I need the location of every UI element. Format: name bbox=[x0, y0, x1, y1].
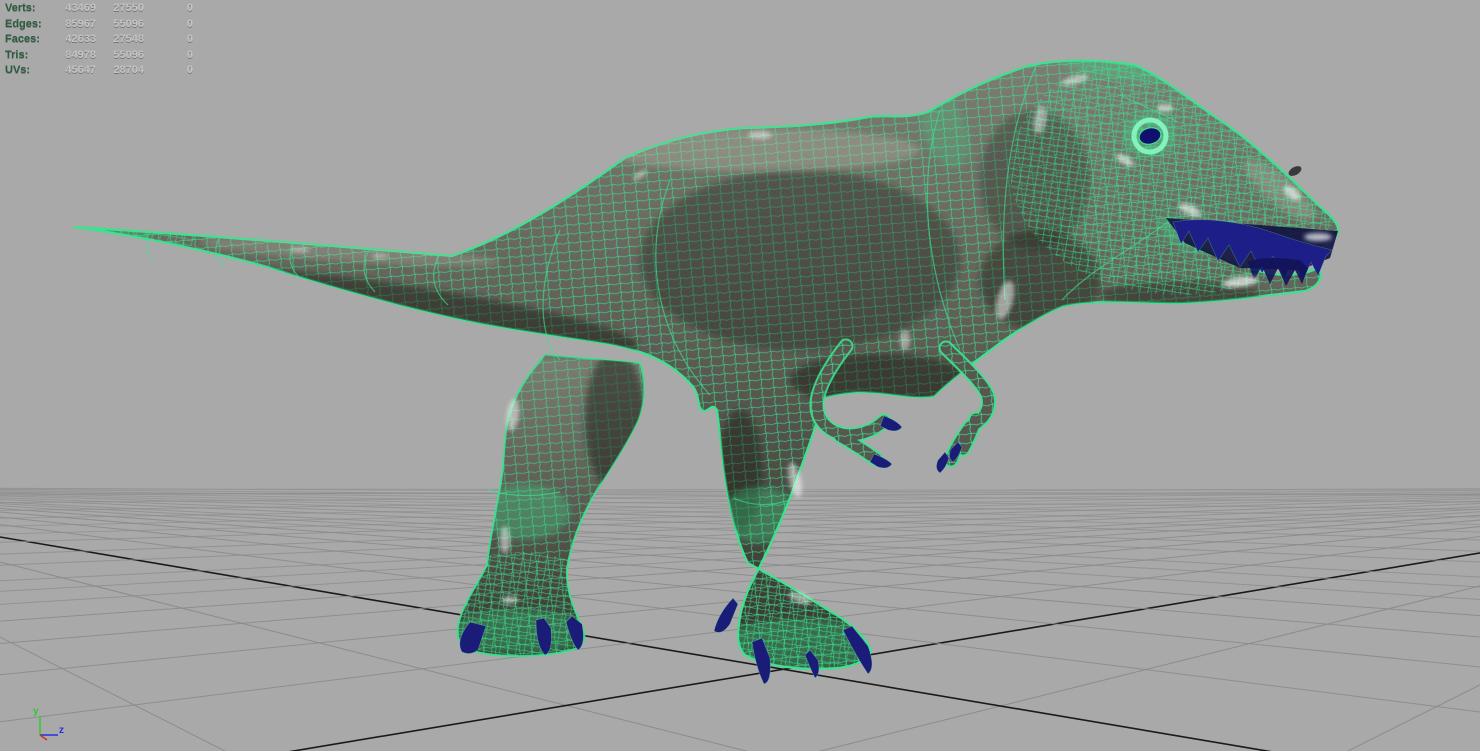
hud-row-verts: Verts: 43469 27550 0 bbox=[5, 1, 193, 17]
hud-value: 28704 bbox=[113, 64, 144, 77]
hud-value: 0 bbox=[186, 17, 193, 30]
poly-count-hud: Verts: 43469 27550 0 Edges: 85967 55096 … bbox=[5, 1, 193, 79]
axis-y-label: y bbox=[33, 706, 39, 717]
hud-label: Tris: bbox=[5, 48, 29, 61]
hud-value: 27550 bbox=[113, 2, 144, 14]
hud-value: 42633 bbox=[65, 33, 96, 46]
hud-value: 55096 bbox=[113, 17, 144, 30]
hud-row-edges: Edges: 85967 55096 0 bbox=[5, 17, 193, 33]
hud-row-tris: Tris: 84978 55096 0 bbox=[5, 48, 193, 64]
hud-value: 43469 bbox=[65, 2, 96, 14]
hud-value: 0 bbox=[186, 48, 193, 61]
viewport-3d[interactable]: y z Verts: 43469 27550 0 Edges: 85967 55… bbox=[0, 0, 1480, 751]
trex-model[interactable] bbox=[45, 45, 1350, 687]
hud-value: 0 bbox=[186, 2, 193, 14]
hud-label: Verts: bbox=[5, 2, 36, 14]
hud-label: Faces: bbox=[5, 33, 40, 46]
hud-value: 84978 bbox=[65, 48, 96, 61]
hud-row-faces: Faces: 42633 27548 0 bbox=[5, 32, 193, 48]
hud-value: 0 bbox=[186, 64, 193, 77]
hud-label: UVs: bbox=[5, 64, 31, 77]
hud-value: 55096 bbox=[113, 48, 144, 61]
scene-canvas[interactable]: y z bbox=[0, 0, 1480, 751]
hud-label: Edges: bbox=[5, 17, 42, 30]
hud-row-uvs: UVs: 45647 28704 0 bbox=[5, 63, 193, 79]
axis-z-label: z bbox=[59, 725, 64, 736]
trex-near-arm bbox=[938, 340, 996, 468]
hud-value: 85967 bbox=[65, 17, 96, 30]
view-axis-gizmo: y z bbox=[33, 706, 64, 741]
hud-value: 27548 bbox=[113, 33, 144, 46]
hud-value: 0 bbox=[186, 33, 193, 46]
hud-value: 45647 bbox=[65, 64, 96, 77]
